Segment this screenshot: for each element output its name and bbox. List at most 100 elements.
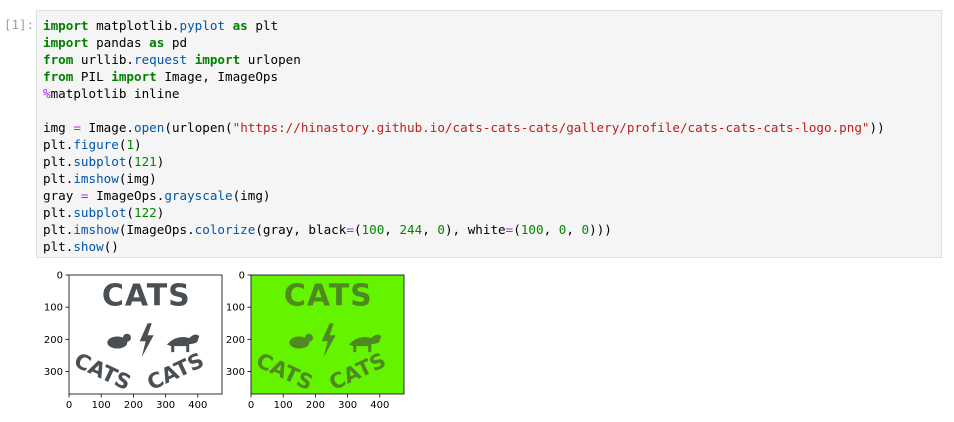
code-token: as — [149, 35, 165, 50]
code-token: from — [43, 52, 74, 67]
code-token: ), white — [444, 222, 506, 237]
code-token: , — [384, 222, 400, 237]
code-text[interactable]: import matplotlib.pyplot as plt import p… — [37, 11, 941, 255]
y-tick-label: 100 — [44, 303, 63, 314]
code-token: urllib. — [73, 52, 135, 67]
code-token: % — [43, 86, 51, 101]
code-token: () — [103, 239, 119, 254]
code-token: Image, ImageOps — [156, 69, 279, 84]
code-token: import — [43, 35, 89, 50]
code-token: 244 — [399, 222, 423, 237]
logo-title-text: CATS — [284, 279, 373, 314]
code-token: 0 — [437, 222, 445, 237]
code-token: 100 — [361, 222, 385, 237]
code-token: 122 — [134, 205, 157, 220]
x-tick-label: 0 — [248, 400, 254, 411]
subplot-colorized: CATSCATS CATS0 100 200 300 4000100200300 — [226, 271, 405, 411]
code-line: from urllib.request import urlopen — [43, 52, 301, 67]
code-line: plt.subplot(122) — [43, 205, 164, 220]
cell-output: CATS CATS CATS 0 100 200 300 400 0 100 200 300 CATS C… — [36, 262, 436, 422]
code-token: (urlopen( — [164, 120, 233, 135]
code-token: plt. — [43, 239, 74, 254]
code-token: pandas — [88, 35, 150, 50]
code-token: = — [346, 222, 354, 237]
code-token: ( — [126, 154, 135, 169]
code-token: subplot — [73, 205, 127, 220]
code-token: subplot — [73, 154, 127, 169]
x-tick-label: 0 — [66, 400, 72, 411]
code-token: gray — [43, 188, 81, 203]
code-token: plt — [247, 18, 279, 33]
code-token: request — [134, 52, 188, 67]
code-token: grayscale — [164, 188, 233, 203]
code-token: ( — [126, 205, 135, 220]
code-token: ))) — [589, 222, 612, 237]
x-tick-label: 100 — [92, 400, 111, 411]
y-tick-label: 200 — [226, 335, 245, 346]
code-token: = — [80, 188, 89, 203]
logo-title-text: CATS — [102, 279, 191, 314]
code-token: open — [134, 120, 165, 135]
code-line: plt.subplot(121) — [43, 154, 164, 169]
x-tick-label: 300 — [338, 400, 357, 411]
code-line: %matplotlib inline — [43, 86, 180, 101]
code-token: (img) — [118, 171, 157, 186]
y-tick-label: 0 — [239, 271, 245, 282]
code-token: , — [566, 222, 582, 237]
y-tick-label: 100 — [226, 303, 245, 314]
code-token: PIL — [73, 69, 112, 84]
code-line: plt.imshow(ImageOps.colorize(gray, black… — [43, 222, 612, 237]
code-token: plt. — [43, 171, 74, 186]
code-token: "https://hinastory.github.io/cats-cats-c… — [232, 120, 870, 135]
code-token: imshow — [73, 171, 119, 186]
code-token: import — [194, 52, 241, 67]
code-token: 1 — [126, 137, 135, 152]
code-line: plt.show() — [43, 239, 119, 254]
code-token: plt. — [43, 205, 74, 220]
code-token: ( — [513, 222, 521, 237]
code-token: pd — [164, 35, 188, 50]
code-token: , — [543, 222, 559, 237]
code-cell-editor[interactable]: import matplotlib.pyplot as plt import p… — [36, 10, 942, 258]
code-token: as — [232, 18, 248, 33]
code-token: (ImageOps. — [118, 222, 195, 237]
code-line: from PIL import Image, ImageOps — [43, 69, 278, 84]
x-tick-label: 200 — [124, 400, 143, 411]
cell-prompt: [1]: — [4, 17, 35, 32]
code-token: imshow — [73, 222, 119, 237]
code-token: = — [73, 120, 81, 135]
code-token: )) — [869, 120, 885, 135]
code-token: 0 — [581, 222, 590, 237]
code-line: plt.imshow(img) — [43, 171, 157, 186]
code-token: (gray, black — [255, 222, 347, 237]
code-token: from — [43, 69, 74, 84]
code-token: 100 — [520, 222, 544, 237]
code-token: ImageOps. — [88, 188, 165, 203]
code-token: matplotlib. — [88, 18, 180, 33]
code-line: import pandas as pd — [43, 35, 187, 50]
y-tick-label: 300 — [44, 367, 63, 378]
x-tick-label: 200 — [306, 400, 325, 411]
code-token: plt. — [43, 154, 74, 169]
code-token: img — [43, 120, 74, 135]
code-line: plt.figure(1) — [43, 137, 142, 152]
code-token: import — [43, 18, 89, 33]
code-line: gray = ImageOps.grayscale(img) — [43, 188, 271, 203]
code-token: urlopen — [240, 52, 301, 67]
code-token: , — [422, 222, 438, 237]
code-token: ( — [353, 222, 362, 237]
code-token: ) — [156, 205, 165, 220]
code-token: 121 — [134, 154, 157, 169]
code-token: import — [111, 69, 157, 84]
code-token: Image. — [80, 120, 135, 135]
subplot-original: CATSCATS CATS0 100 200 300 4000100200300 — [44, 271, 223, 411]
code-token: ) — [134, 137, 142, 152]
output-figure: CATSCATS CATS0 100 200 300 4000100200300CATSC… — [44, 271, 405, 411]
cat-left-head-icon — [122, 333, 131, 342]
code-token: (img) — [232, 188, 271, 203]
y-tick-label: 0 — [57, 271, 63, 282]
x-tick-label: 400 — [188, 400, 207, 411]
code-token: ) — [156, 154, 165, 169]
code-token: plt. — [43, 222, 74, 237]
